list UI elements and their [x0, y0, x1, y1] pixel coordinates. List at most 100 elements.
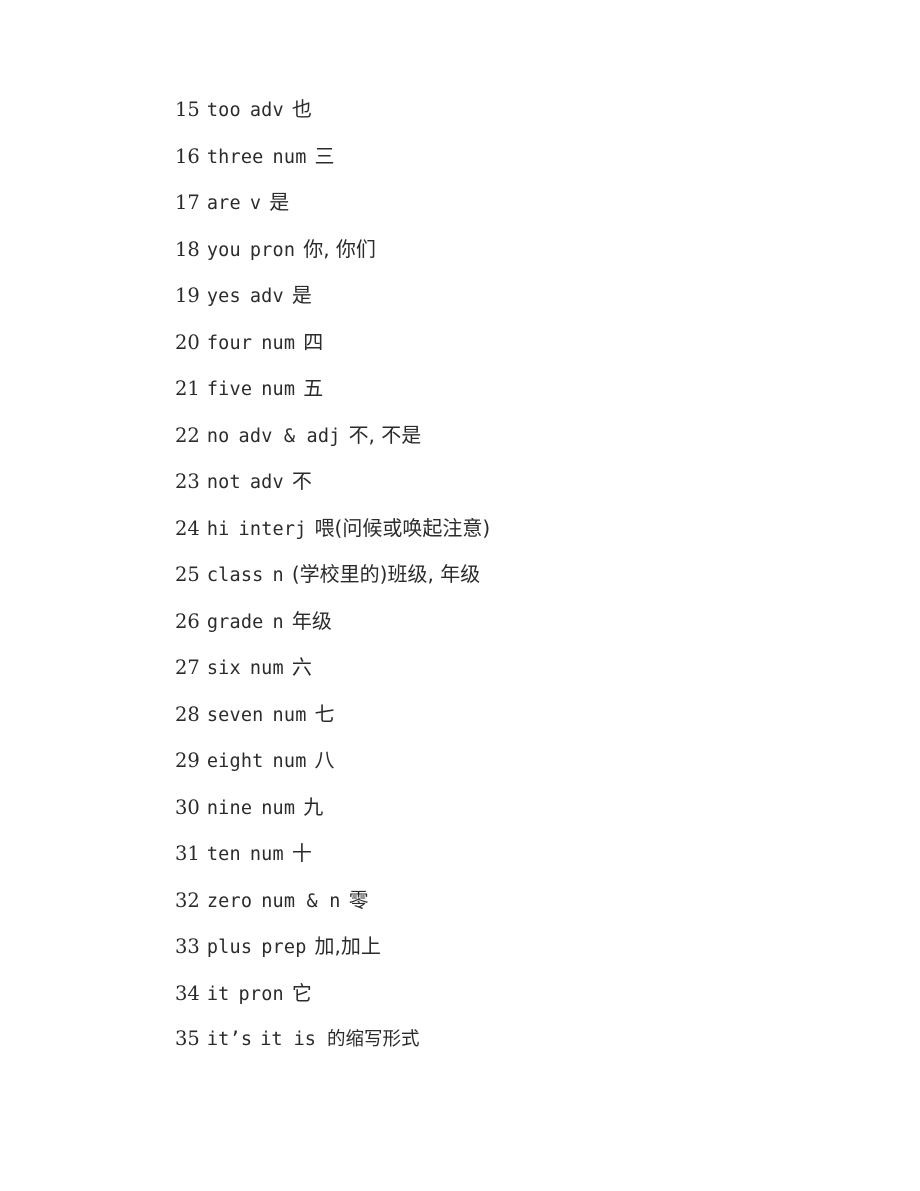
- vocabulary-entry: 15 too adv 也: [175, 86, 880, 133]
- vocabulary-entry: 25 class n (学校里的)班级, 年级: [175, 551, 880, 598]
- entry-definition: 零: [348, 887, 369, 912]
- entry-term: five: [206, 379, 253, 400]
- vocabulary-list: 15 too adv 也 16 three num 三 17 are v 是 18 you pron 你, 你…: [175, 86, 880, 1063]
- entry-term: no: [206, 425, 230, 447]
- entry-part-of-speech: v: [249, 193, 262, 214]
- vocabulary-entry: 22 no adv & adj 不, 不是: [175, 412, 880, 459]
- entry-number: 17: [175, 191, 200, 214]
- entry-definition: (学校里的)班级, 年级: [291, 562, 481, 586]
- entry-definition: 九: [303, 794, 324, 819]
- entry-term: seven: [206, 704, 264, 726]
- entry-number: 15: [175, 98, 200, 121]
- entry-term: zero: [206, 890, 253, 912]
- entry-number: 31: [175, 842, 200, 865]
- vocabulary-entry: 19 yes adv 是: [175, 272, 880, 319]
- entry-number: 18: [175, 237, 200, 261]
- vocabulary-entry: 20 four num 四: [175, 319, 880, 366]
- entry-term: hi: [206, 518, 230, 540]
- vocabulary-entry: 29 eight num 八: [175, 737, 880, 784]
- entry-number: 32: [175, 888, 200, 912]
- entry-definition: it is 的缩写形式: [260, 1029, 420, 1050]
- entry-definition: 不: [291, 469, 312, 493]
- vocabulary-entry: 23 not adv 不: [175, 458, 880, 505]
- entry-number: 21: [175, 377, 200, 400]
- entry-term: class: [206, 565, 264, 586]
- vocabulary-entry: 31 ten num 十: [175, 830, 880, 877]
- entry-number: 19: [175, 284, 200, 307]
- entry-number: 33: [175, 935, 200, 958]
- entry-number: 28: [175, 702, 200, 726]
- vocabulary-entry: 18 you pron 你, 你们: [175, 226, 880, 273]
- vocabulary-entry: 30 nine num 九: [175, 784, 880, 831]
- entry-part-of-speech: interj: [238, 518, 307, 540]
- entry-part-of-speech: prep: [261, 937, 307, 958]
- entry-definition: 五: [303, 376, 324, 400]
- entry-part-of-speech: adv: [249, 472, 284, 493]
- entry-number: 24: [175, 516, 200, 540]
- entry-term: not: [206, 472, 241, 493]
- entry-part-of-speech: pron: [238, 983, 284, 1005]
- entry-part-of-speech: num: [249, 658, 284, 679]
- entry-part-of-speech: adv & adj: [238, 425, 341, 447]
- entry-number: 23: [175, 470, 200, 493]
- entry-definition: 是: [291, 283, 312, 307]
- entry-definition: 不, 不是: [348, 422, 422, 447]
- entry-definition: 加,加上: [314, 934, 381, 958]
- entry-number: 27: [175, 656, 200, 679]
- entry-term: are: [206, 193, 241, 214]
- vocabulary-entry: 27 six num 六: [175, 644, 880, 691]
- vocabulary-entry: 21 five num 五: [175, 365, 880, 412]
- entry-definition: 六: [291, 655, 312, 679]
- entry-part-of-speech: adv: [249, 286, 284, 307]
- entry-number: 20: [175, 330, 200, 354]
- vocabulary-entry: 24 hi interj 喂(问候或唤起注意): [175, 505, 880, 552]
- entry-term: yes: [206, 286, 241, 307]
- vocabulary-entry: 28 seven num 七: [175, 691, 880, 738]
- entry-term: six: [206, 658, 241, 679]
- vocabulary-entry: 34 it pron 它: [175, 970, 880, 1017]
- entry-part-of-speech: adv: [249, 100, 284, 121]
- entry-term: four: [206, 332, 253, 354]
- vocabulary-entry: 35 it’s it is 的缩写形式: [175, 1016, 880, 1063]
- entry-definition: 八: [314, 748, 335, 772]
- entry-term: too: [206, 100, 241, 121]
- entry-term: grade: [206, 611, 264, 633]
- document-page: 15 too adv 也 16 three num 三 17 are v 是 18 you pron 你, 你…: [0, 0, 920, 1191]
- entry-number: 25: [175, 563, 200, 586]
- entry-definition: 年级: [291, 608, 332, 633]
- entry-definition: 是: [269, 190, 290, 214]
- entry-number: 35: [175, 1027, 200, 1050]
- entry-part-of-speech: num: [249, 844, 284, 865]
- entry-number: 34: [175, 981, 200, 1005]
- vocabulary-entry: 16 three num 三: [175, 133, 880, 180]
- entry-term: you: [206, 239, 241, 261]
- vocabulary-entry: 32 zero num & n 零: [175, 877, 880, 924]
- entry-definition: 也: [291, 97, 312, 121]
- entry-definition: 十: [291, 841, 312, 865]
- entry-part-of-speech: num: [261, 332, 296, 354]
- entry-part-of-speech: num: [261, 379, 296, 400]
- vocabulary-entry: 33 plus prep 加,加上: [175, 923, 880, 970]
- entry-part-of-speech: num: [272, 751, 307, 772]
- entry-term: plus: [206, 937, 253, 958]
- entry-part-of-speech: n: [272, 565, 284, 586]
- entry-term: eight: [206, 751, 264, 772]
- entry-term: nine: [206, 797, 253, 819]
- entry-number: 22: [175, 423, 200, 447]
- entry-definition: 四: [303, 329, 324, 354]
- entry-part-of-speech: num & n: [261, 890, 341, 912]
- entry-definition: 三: [314, 143, 335, 168]
- entry-number: 16: [175, 144, 200, 168]
- entry-part-of-speech: num: [272, 704, 307, 726]
- entry-definition: 它: [291, 980, 312, 1005]
- entry-term: it: [206, 983, 230, 1005]
- entry-number: 30: [175, 795, 200, 819]
- entry-term: three: [206, 146, 264, 168]
- entry-number: 29: [175, 749, 200, 772]
- entry-definition: 你, 你们: [303, 236, 376, 261]
- entry-part-of-speech: n: [272, 611, 284, 633]
- entry-part-of-speech: num: [261, 797, 296, 819]
- entry-part-of-speech: num: [272, 146, 307, 168]
- entry-definition: 喂(问候或唤起注意): [314, 515, 491, 540]
- entry-term: it’s: [206, 1029, 253, 1050]
